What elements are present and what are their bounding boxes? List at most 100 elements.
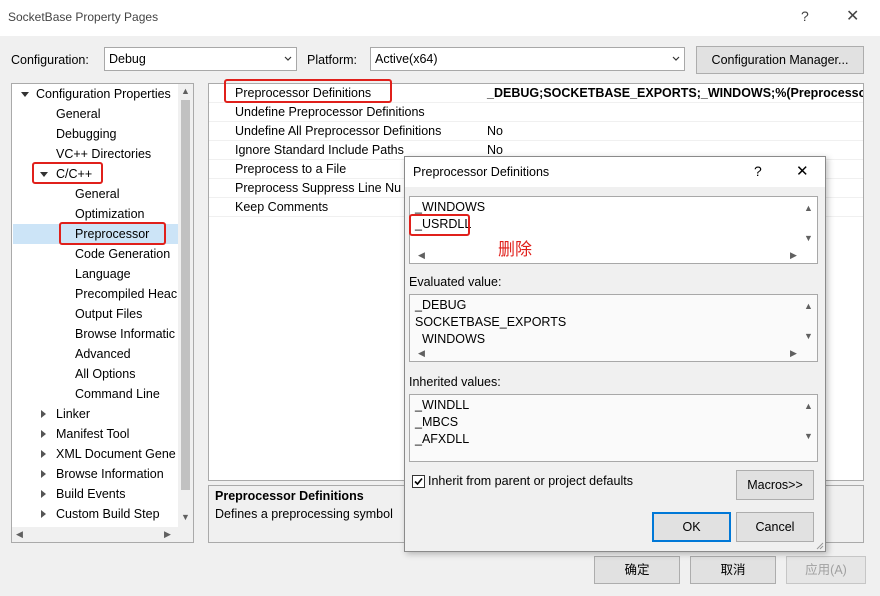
scroll-right-icon[interactable]: ▶ bbox=[790, 250, 797, 261]
platform-label: Platform: bbox=[307, 53, 358, 67]
scroll-up-icon[interactable]: ▲ bbox=[804, 203, 813, 213]
scroll-down-icon[interactable]: ▼ bbox=[804, 331, 813, 341]
configuration-dropdown[interactable]: Debug bbox=[104, 47, 297, 71]
inherited-label: Inherited values: bbox=[409, 375, 501, 389]
scroll-right-icon[interactable]: ▶ bbox=[790, 348, 797, 359]
dialog-cancel-button[interactable]: Cancel bbox=[736, 512, 814, 542]
collapse-icon[interactable] bbox=[41, 450, 46, 458]
property-tree: Configuration Properties General Debuggi… bbox=[11, 83, 194, 543]
inherited-line: _AFXDLL bbox=[415, 432, 470, 446]
scroll-right-icon[interactable]: ▶ bbox=[164, 529, 171, 540]
evaluated-line: SOCKETBASE_EXPORTS bbox=[415, 315, 567, 329]
scroll-down-icon[interactable]: ▼ bbox=[804, 431, 813, 441]
tree-item-configuration-properties[interactable]: Configuration Properties bbox=[36, 84, 171, 104]
check-icon bbox=[414, 477, 423, 486]
dialog-title: Preprocessor Definitions bbox=[413, 165, 550, 179]
inherited-line: _WINDLL bbox=[415, 398, 470, 412]
collapse-icon[interactable] bbox=[41, 430, 46, 438]
tree-item-advanced[interactable]: Advanced bbox=[75, 344, 131, 364]
property-name: Undefine All Preprocessor Definitions bbox=[235, 124, 442, 138]
property-value[interactable]: No bbox=[487, 122, 503, 141]
definitions-edit-box[interactable]: _WINDOWS _USRDLL ▲ ▼ ◀ ▶ bbox=[409, 196, 818, 264]
collapse-icon[interactable] bbox=[41, 490, 46, 498]
annotation-delete-text: 删除 bbox=[498, 240, 532, 260]
tree-item-code-generation[interactable]: Code Generation bbox=[75, 244, 170, 264]
tree-item-language[interactable]: Language bbox=[75, 264, 131, 284]
chevron-down-icon bbox=[284, 56, 292, 61]
tree-item-xml-document-generator[interactable]: XML Document Gene bbox=[56, 444, 176, 464]
tree-item-all-options[interactable]: All Options bbox=[75, 364, 135, 384]
tree-item-linker[interactable]: Linker bbox=[56, 404, 90, 424]
platform-dropdown[interactable]: Active(x64) bbox=[370, 47, 685, 71]
tree-item-browse-information[interactable]: Browse Information bbox=[56, 464, 164, 484]
configuration-manager-button[interactable]: Configuration Manager... bbox=[696, 46, 864, 74]
evaluated-box: _DEBUG SOCKETBASE_EXPORTS _WINDOWS ▲ ▼ ◀… bbox=[409, 294, 818, 362]
ok-button[interactable]: 确定 bbox=[594, 556, 680, 584]
inherit-checkbox[interactable] bbox=[412, 475, 425, 488]
help-icon[interactable]: ? bbox=[801, 8, 809, 24]
tree-item-command-line[interactable]: Command Line bbox=[75, 384, 160, 404]
tree-item-manifest-tool[interactable]: Manifest Tool bbox=[56, 424, 129, 444]
evaluated-line: _DEBUG bbox=[415, 298, 467, 312]
collapse-icon[interactable] bbox=[41, 510, 46, 518]
inherited-box: _WINDLL _MBCS _AFXDLL ▲ ▼ bbox=[409, 394, 818, 462]
cancel-button[interactable]: 取消 bbox=[690, 556, 776, 584]
dialog-close-icon[interactable]: ✕ bbox=[796, 162, 809, 180]
tree-item-build-events[interactable]: Build Events bbox=[56, 484, 125, 504]
description-title: Preprocessor Definitions bbox=[215, 489, 364, 503]
property-name: Keep Comments bbox=[235, 200, 329, 214]
tree-vertical-scrollbar[interactable]: ▲ ▼ bbox=[178, 84, 193, 527]
tree-item-vc-directories[interactable]: VC++ Directories bbox=[56, 144, 151, 164]
expand-icon[interactable] bbox=[21, 92, 29, 97]
window-title: SocketBase Property Pages bbox=[8, 10, 159, 24]
tree-item-precompiled-headers[interactable]: Precompiled Heac bbox=[75, 284, 177, 304]
annotation-highlight-preprocessor bbox=[59, 222, 166, 245]
evaluated-line: _WINDOWS bbox=[415, 332, 486, 344]
property-name: Preprocess Suppress Line Nu bbox=[235, 181, 402, 195]
scroll-left-icon[interactable]: ◀ bbox=[418, 348, 425, 359]
property-value[interactable]: _DEBUG;SOCKETBASE_EXPORTS;_WINDOWS;%(Pre… bbox=[487, 84, 863, 103]
apply-button[interactable]: 应用(A) bbox=[786, 556, 866, 584]
tree-item-custom-build-step[interactable]: Custom Build Step bbox=[56, 504, 160, 524]
property-name: Undefine Preprocessor Definitions bbox=[235, 105, 425, 119]
dialog-help-icon[interactable]: ? bbox=[754, 163, 762, 179]
tree-item-general[interactable]: General bbox=[56, 104, 100, 124]
edit-line: _WINDOWS bbox=[415, 200, 486, 214]
resize-grip-icon[interactable] bbox=[814, 540, 824, 550]
scroll-up-icon[interactable]: ▲ bbox=[181, 86, 190, 96]
annotation-highlight-property bbox=[224, 79, 392, 103]
annotation-highlight-usrdll bbox=[409, 214, 470, 236]
scroll-up-icon[interactable]: ▲ bbox=[804, 401, 813, 411]
title-bar: SocketBase Property Pages ? ✕ bbox=[0, 0, 880, 36]
tree-item-cpp-general[interactable]: General bbox=[75, 184, 119, 204]
platform-value: Active(x64) bbox=[375, 52, 438, 66]
configuration-value: Debug bbox=[109, 52, 146, 66]
scroll-left-icon[interactable]: ◀ bbox=[418, 250, 425, 261]
tree-item-output-files[interactable]: Output Files bbox=[75, 304, 142, 324]
annotation-highlight-cpp bbox=[32, 162, 103, 184]
tree-item-optimization[interactable]: Optimization bbox=[75, 204, 144, 224]
property-name: Preprocess to a File bbox=[235, 162, 347, 176]
grid-row[interactable]: Undefine All Preprocessor Definitions No bbox=[209, 122, 863, 141]
macros-button[interactable]: Macros>> bbox=[736, 470, 814, 500]
tree-item-debugging[interactable]: Debugging bbox=[56, 124, 116, 144]
property-name: Ignore Standard Include Paths bbox=[235, 143, 404, 157]
inherited-line: _MBCS bbox=[415, 415, 459, 429]
scroll-up-icon[interactable]: ▲ bbox=[804, 301, 813, 311]
chevron-down-icon bbox=[672, 56, 680, 61]
inherit-checkbox-label[interactable]: Inherit from parent or project defaults bbox=[428, 474, 633, 488]
tree-horizontal-scrollbar[interactable]: ◀ ▶ bbox=[12, 527, 193, 542]
scroll-thumb[interactable] bbox=[181, 100, 190, 490]
grid-row[interactable]: Undefine Preprocessor Definitions bbox=[209, 103, 863, 122]
close-icon[interactable]: ✕ bbox=[846, 6, 859, 26]
preprocessor-definitions-dialog: Preprocessor Definitions ? ✕ _WINDOWS _U… bbox=[404, 156, 826, 552]
dialog-ok-button[interactable]: OK bbox=[652, 512, 731, 542]
dialog-title-bar: Preprocessor Definitions ? ✕ bbox=[405, 157, 825, 187]
scroll-down-icon[interactable]: ▼ bbox=[181, 512, 190, 522]
collapse-icon[interactable] bbox=[41, 410, 46, 418]
tree-item-browse-information-cpp[interactable]: Browse Informatic bbox=[75, 324, 175, 344]
scroll-left-icon[interactable]: ◀ bbox=[16, 529, 23, 540]
collapse-icon[interactable] bbox=[41, 470, 46, 478]
evaluated-label: Evaluated value: bbox=[409, 275, 502, 289]
scroll-down-icon[interactable]: ▼ bbox=[804, 233, 813, 243]
